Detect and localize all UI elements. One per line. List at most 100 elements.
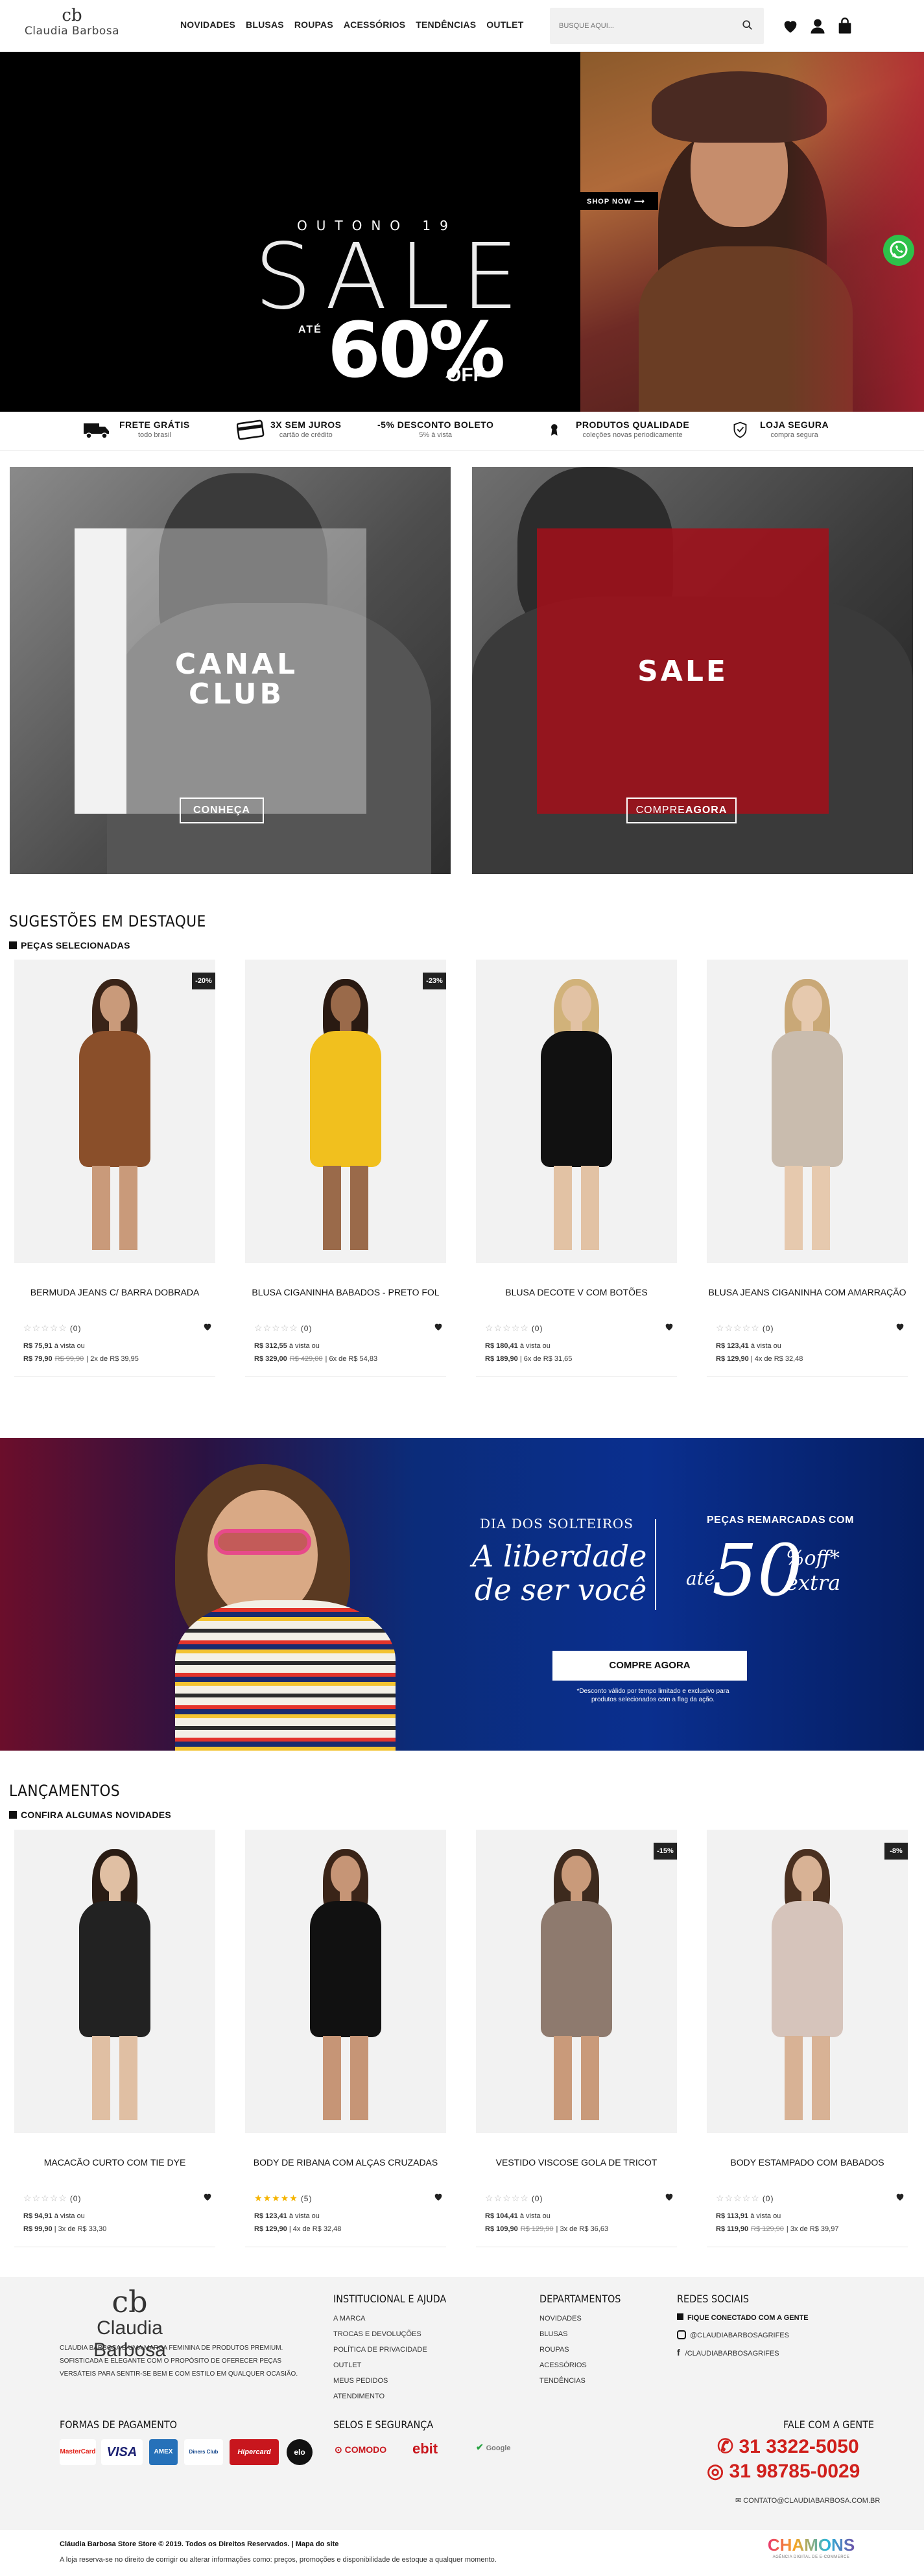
banner-note-2: produtos selecionados com a flag da ação… bbox=[591, 1696, 715, 1703]
product-image[interactable] bbox=[476, 960, 677, 1263]
installments: 4x de R$ 32,48 bbox=[754, 1355, 803, 1363]
product-name[interactable]: BLUSA DECOTE V COM BOTÕES bbox=[476, 1287, 677, 1297]
model-outfit bbox=[79, 1031, 150, 1167]
heart-icon[interactable] bbox=[664, 2192, 674, 2202]
cash-value: R$ 180,41 bbox=[485, 1342, 518, 1350]
footer-link[interactable]: TROCAS E DEVOLUÇÕES bbox=[333, 2326, 427, 2342]
heart-icon[interactable] bbox=[202, 1321, 213, 1332]
product-name[interactable]: BODY ESTAMPADO COM BABADOS bbox=[707, 2157, 908, 2168]
footer-link[interactable]: A MARCA bbox=[333, 2311, 427, 2326]
star-icon: ★ bbox=[263, 2193, 272, 2203]
product-image[interactable] bbox=[14, 1830, 215, 2133]
product-image[interactable]: -8% bbox=[707, 1830, 908, 2133]
dept-title: DEPARTAMENTOS bbox=[539, 2293, 621, 2305]
product-name[interactable]: VESTIDO VISCOSE GOLA DE TRICOT bbox=[476, 2157, 677, 2168]
footer-link[interactable]: ROUPAS bbox=[539, 2342, 587, 2357]
nav-acessorios[interactable]: ACESSÓRIOS bbox=[344, 19, 405, 30]
hipercard-icon: Hipercard bbox=[230, 2439, 279, 2465]
product-name[interactable]: BERMUDA JEANS C/ BARRA DOBRADA bbox=[14, 1287, 215, 1297]
search-icon[interactable] bbox=[742, 19, 753, 31]
heart-icon[interactable] bbox=[895, 1321, 905, 1332]
heart-icon[interactable] bbox=[202, 2192, 213, 2202]
nav-tendencias[interactable]: TENDÊNCIAS bbox=[416, 19, 476, 30]
star-icon: ☆ bbox=[272, 1323, 281, 1333]
cash-label: à vista ou bbox=[289, 2212, 320, 2220]
rating-stars: ☆☆☆☆☆ (0) bbox=[716, 2193, 774, 2204]
footer-link[interactable]: OUTLET bbox=[333, 2357, 427, 2373]
whatsapp-link[interactable]: ◎ 31 98785-0029 bbox=[707, 2460, 860, 2483]
footer-link[interactable]: MEUS PEDIDOS bbox=[333, 2373, 427, 2389]
phone-link[interactable]: ✆ 31 3322-5050 bbox=[717, 2435, 859, 2458]
nav-roupas[interactable]: ROUPAS bbox=[294, 19, 333, 30]
price-value: R$ 329,00 bbox=[254, 1355, 287, 1363]
compre-agora-banner-button[interactable]: COMPRE AGORA bbox=[552, 1651, 747, 1681]
product-image[interactable] bbox=[245, 1830, 446, 2133]
star-icon: ☆ bbox=[289, 1323, 298, 1333]
footer-link[interactable]: ATENDIMENTO bbox=[333, 2389, 427, 2404]
product-image[interactable]: -23% bbox=[245, 960, 446, 1263]
footer-link[interactable]: TENDÊNCIAS bbox=[539, 2373, 587, 2389]
model-outfit bbox=[772, 1901, 843, 2037]
footer-monogram: cb bbox=[112, 2284, 148, 2319]
product-name[interactable]: BLUSA JEANS CIGANINHA COM AMARRAÇÃO bbox=[707, 1287, 908, 1297]
nav-outlet[interactable]: OUTLET bbox=[486, 19, 523, 30]
whatsapp-icon[interactable] bbox=[883, 235, 914, 266]
promo-canal-club[interactable]: CANAL CLUB CONHEÇA bbox=[10, 467, 451, 874]
benefit-sub: cartão de crédito bbox=[279, 431, 333, 439]
bag-icon[interactable] bbox=[836, 17, 854, 35]
installments: 3x de R$ 39,97 bbox=[790, 2225, 839, 2233]
heart-icon[interactable] bbox=[433, 1321, 444, 1332]
star-icon: ☆ bbox=[254, 1323, 263, 1333]
conheca-button[interactable]: CONHEÇA bbox=[180, 798, 264, 823]
ebit-seal: ebit bbox=[412, 2440, 438, 2457]
promo-sale[interactable]: SALE COMPREAGORA bbox=[472, 467, 913, 874]
product-name[interactable]: BODY DE RIBANA COM ALÇAS CRUZADAS bbox=[245, 2157, 446, 2168]
nav-novidades[interactable]: NOVIDADES bbox=[180, 19, 235, 30]
user-icon[interactable] bbox=[809, 17, 827, 35]
banner-kicker: DIA DOS SOLTEIROS bbox=[480, 1516, 634, 1531]
product-name[interactable]: BLUSA CIGANINHA BABADOS - PRETO FOL bbox=[245, 1287, 446, 1297]
benefit-qualidade: PRODUTOS QUALIDADE coleções novas periodi… bbox=[550, 419, 699, 445]
agency-logo[interactable]: CHAMONS AGÊNCIA DIGITAL DE E-COMMERCE bbox=[763, 2535, 860, 2559]
brand-logo[interactable]: cb Claudia Barbosa bbox=[23, 6, 121, 45]
product-image[interactable]: -20% bbox=[14, 960, 215, 1263]
featured-subtitle: PEÇAS SELECIONADAS bbox=[9, 940, 130, 951]
star-icon: ☆ bbox=[716, 2193, 725, 2203]
heart-icon[interactable] bbox=[664, 1321, 674, 1332]
footer-link[interactable]: POLÍTICA DE PRIVACIDADE bbox=[333, 2342, 427, 2357]
star-icon: ☆ bbox=[493, 1323, 503, 1333]
footer-link[interactable]: BLUSAS bbox=[539, 2326, 587, 2342]
product-name[interactable]: MACACÃO CURTO COM TIE DYE bbox=[14, 2157, 215, 2168]
promo-frame-left bbox=[75, 528, 126, 814]
google-label: Google bbox=[486, 2444, 511, 2452]
heart-icon[interactable] bbox=[433, 2192, 444, 2202]
email-link[interactable]: ✉ CONTATO@CLAUDIABARBOSA.COM.BR bbox=[735, 2496, 880, 2505]
solteiros-banner[interactable]: DIA DOS SOLTEIROS A liberdade de ser voc… bbox=[0, 1438, 924, 1751]
compre-agora-button[interactable]: COMPREAGORA bbox=[626, 798, 737, 823]
product-image[interactable]: -15% bbox=[476, 1830, 677, 2133]
installments: 4x de R$ 32,48 bbox=[292, 2225, 342, 2233]
regular-price: R$ 329,00 R$ 429,00 | 6x de R$ 54,83 bbox=[254, 1355, 378, 1363]
footer-link[interactable]: ACESSÓRIOS bbox=[539, 2357, 587, 2373]
nav-blusas[interactable]: BLUSAS bbox=[246, 19, 284, 30]
heart-icon[interactable] bbox=[781, 17, 800, 35]
medal-icon bbox=[551, 424, 558, 436]
cash-value: R$ 75,91 bbox=[23, 1342, 53, 1350]
instagram-link[interactable]: @CLAUDIABARBOSAGRIFES bbox=[677, 2330, 789, 2339]
cash-price: R$ 94,91 à vista ou bbox=[23, 2212, 85, 2220]
review-count: (0) bbox=[69, 1324, 82, 1333]
cash-label: à vista ou bbox=[54, 2212, 85, 2220]
shop-now-button[interactable]: SHOP NOW ⟶ bbox=[580, 192, 658, 210]
benefit-title: PRODUTOS QUALIDADE bbox=[576, 419, 690, 430]
hero-banner[interactable]: OUTONO 19 SALE ATÉ 60% OFF bbox=[0, 52, 924, 412]
footer-link[interactable]: NOVIDADES bbox=[539, 2311, 587, 2326]
benefit-title: FRETE GRÁTIS bbox=[119, 419, 190, 430]
star-icon: ☆ bbox=[716, 1323, 725, 1333]
star-icon: ☆ bbox=[58, 1323, 67, 1333]
facebook-link[interactable]: f/CLAUDIABARBOSAGRIFES bbox=[677, 2347, 779, 2357]
product-image[interactable] bbox=[707, 960, 908, 1263]
price-value: R$ 129,90 bbox=[716, 1355, 749, 1363]
heart-icon[interactable] bbox=[895, 2192, 905, 2202]
search-input[interactable] bbox=[559, 19, 734, 33]
rating-stars: ☆☆☆☆☆ (0) bbox=[254, 1323, 312, 1334]
